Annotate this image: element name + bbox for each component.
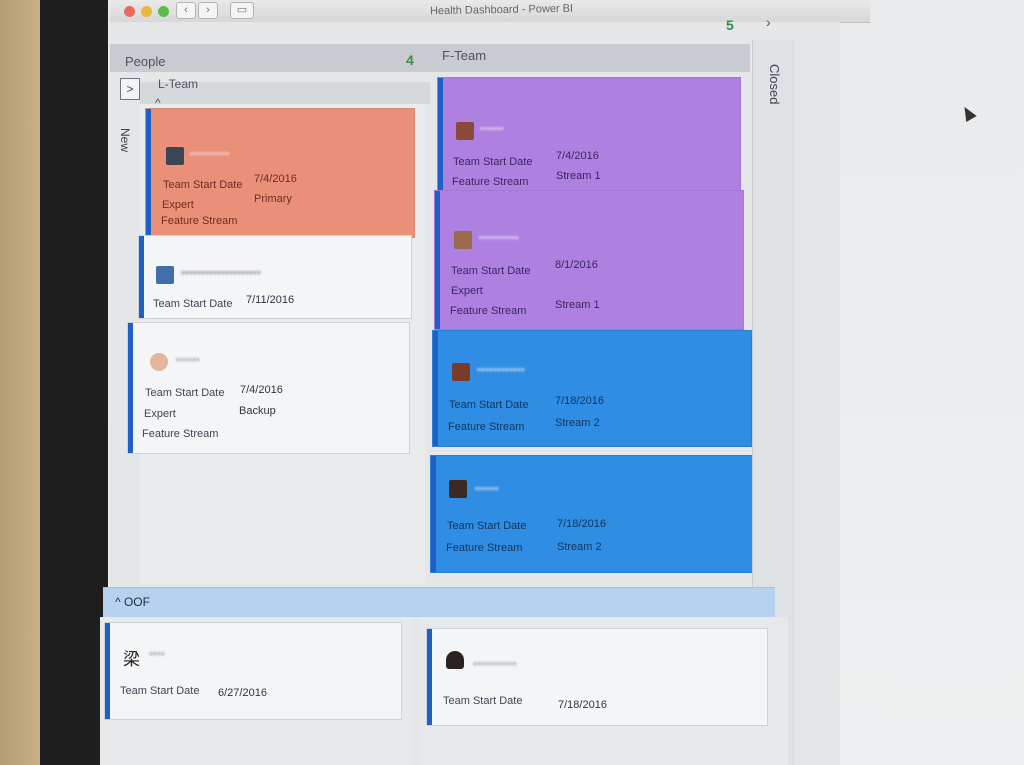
- minimize-window-button[interactable]: [141, 6, 152, 17]
- swimlane-oof-header[interactable]: ^ OOF: [103, 587, 775, 617]
- team-start-label: Team Start Date: [163, 179, 243, 191]
- back-button[interactable]: ‹: [176, 2, 196, 19]
- person-name: ••••••••••: [190, 149, 231, 160]
- team-start-label: Team Start Date: [120, 685, 200, 697]
- person-card[interactable]: •••••• Team Start Date 7/4/2016 Expert B…: [127, 322, 410, 454]
- team-start-value: 8/1/2016: [555, 259, 598, 271]
- team-start-value: 7/11/2016: [246, 294, 295, 306]
- zoom-window-button[interactable]: [158, 6, 169, 17]
- person-card[interactable]: 梁 •••• Team Start Date 6/27/2016: [104, 622, 402, 720]
- person-card[interactable]: •••••• Team Start Date 7/4/2016 Feature …: [437, 77, 741, 201]
- team-start-label: Team Start Date: [447, 520, 527, 532]
- feature-stream-label: Feature Stream: [161, 215, 238, 227]
- card-stripe: [438, 78, 443, 200]
- card-stripe: [431, 456, 436, 572]
- team-start-label: Team Start Date: [443, 695, 523, 707]
- avatar: [449, 480, 467, 498]
- feature-stream-value: Stream 1: [555, 299, 600, 311]
- team-start-value: 7/18/2016: [558, 699, 607, 711]
- card-stripe: [427, 629, 432, 725]
- closed-column-label: Closed: [767, 64, 782, 105]
- avatar: [452, 363, 470, 381]
- card-stripe: [435, 191, 440, 329]
- title-bar: ‹ › ▭ Health Dashboard - Power BI: [110, 0, 870, 23]
- feature-stream-label: Feature Stream: [446, 542, 523, 554]
- card-stripe: [128, 323, 133, 453]
- swimlane-lteam-label: L-Team: [158, 77, 199, 91]
- feature-stream-value: Stream 2: [555, 417, 600, 429]
- expert-value: Primary: [254, 193, 292, 205]
- person-name: ••••••: [475, 484, 500, 495]
- person-card[interactable]: •••••• Team Start Date 7/18/2016 Feature…: [430, 455, 762, 573]
- card-stripe: [105, 623, 110, 719]
- expert-label: Expert: [162, 199, 194, 211]
- feature-stream-label: Feature Stream: [452, 176, 529, 188]
- closed-expand-button[interactable]: ›: [766, 14, 771, 30]
- card-stripe: [433, 331, 438, 446]
- close-window-button[interactable]: [124, 6, 135, 17]
- avatar: [166, 147, 184, 165]
- avatar: [150, 353, 168, 371]
- person-name: •••••••••••: [473, 659, 518, 670]
- card-stripe: [139, 236, 144, 318]
- person-name: ••••••: [176, 355, 201, 366]
- person-name: ••••: [149, 649, 166, 660]
- expert-label: Expert: [144, 408, 176, 420]
- feature-stream-label: Feature Stream: [450, 305, 527, 317]
- person-name: ••••••: [480, 124, 505, 135]
- sidebar-toggle-icon[interactable]: ▭: [230, 2, 254, 19]
- swimlane-oof-label: ^ OOF: [115, 595, 150, 609]
- team-start-label: Team Start Date: [453, 156, 533, 168]
- person-name: ••••••••••: [479, 233, 520, 244]
- person-card[interactable]: ••••••••••• Team Start Date 7/18/2016: [426, 628, 768, 726]
- column-header-bar: [110, 44, 750, 72]
- column-people-count: 4: [406, 52, 414, 68]
- team-start-value: 6/27/2016: [218, 687, 267, 699]
- person-card[interactable]: •••••••••••••••••••• Team Start Date 7/1…: [138, 235, 412, 319]
- expert-label: Expert: [451, 285, 483, 297]
- person-card[interactable]: •••••••••• Team Start Date 8/1/2016 Expe…: [434, 190, 744, 330]
- expert-value: Backup: [239, 405, 276, 417]
- team-start-label: Team Start Date: [145, 387, 225, 399]
- column-people-label: People: [125, 54, 166, 69]
- feature-stream-value: Stream 2: [557, 541, 602, 553]
- team-start-label: Team Start Date: [153, 298, 233, 310]
- person-name: ••••••••••••••••••••: [181, 268, 262, 279]
- window-title: Health Dashboard - Power BI: [429, 2, 574, 18]
- feature-stream-value: Stream 1: [556, 170, 601, 182]
- feature-stream-label: Feature Stream: [448, 421, 525, 433]
- person-name: ••••••••••••: [477, 365, 526, 376]
- feature-stream-label: Feature Stream: [142, 428, 219, 440]
- card-stripe: [146, 109, 151, 237]
- avatar: [454, 231, 472, 249]
- swimlane-expand-button[interactable]: >: [120, 78, 140, 100]
- forward-button[interactable]: ›: [198, 2, 218, 19]
- avatar: [456, 122, 474, 140]
- person-card[interactable]: •••••••••• Team Start Date 7/4/2016 Expe…: [145, 108, 415, 238]
- team-start-value: 7/18/2016: [557, 518, 606, 530]
- person-card[interactable]: •••••••••••• Team Start Date 7/18/2016 F…: [432, 330, 752, 447]
- new-column-label: New: [118, 128, 132, 153]
- column-fteam-label: F-Team: [442, 48, 487, 63]
- team-start-value: 7/4/2016: [240, 384, 283, 396]
- avatar: 梁: [123, 650, 140, 669]
- team-start-label: Team Start Date: [451, 265, 531, 277]
- team-start-value: 7/4/2016: [254, 173, 297, 185]
- team-start-value: 7/4/2016: [556, 150, 599, 162]
- column-fteam-count: 5: [726, 17, 734, 33]
- team-start-value: 7/18/2016: [555, 395, 604, 407]
- avatar: [446, 651, 464, 669]
- avatar: [156, 266, 174, 284]
- team-start-label: Team Start Date: [449, 399, 529, 411]
